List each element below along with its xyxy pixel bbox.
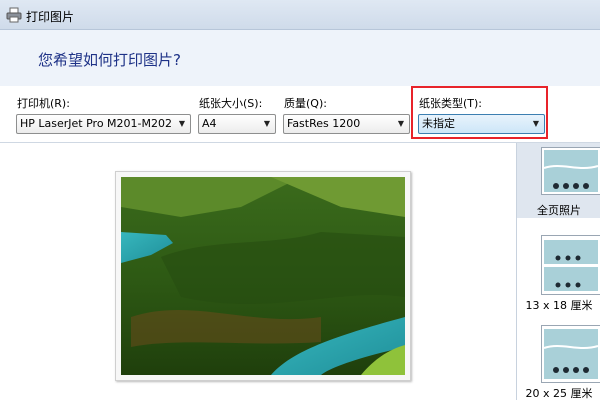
paper-type-select[interactable]: 未指定 ▼ bbox=[418, 114, 545, 134]
page-title: 您希望如何打印图片? bbox=[38, 51, 181, 69]
layout-20x25[interactable]: 20 x 25 厘米 bbox=[517, 321, 600, 400]
thumbnail-image bbox=[543, 150, 599, 192]
layout-label: 20 x 25 厘米 bbox=[525, 387, 593, 400]
printer-value: HP LaserJet Pro M201-M202 P bbox=[20, 117, 172, 130]
chevron-down-icon[interactable]: ▼ bbox=[393, 115, 409, 133]
printer-label: 打印机(R): bbox=[17, 97, 70, 110]
layout-thumbnail bbox=[541, 147, 600, 195]
paper-size-select[interactable]: A4 ▼ bbox=[198, 114, 276, 134]
print-preview bbox=[0, 143, 515, 400]
printer-select[interactable]: HP LaserJet Pro M201-M202 P ▼ bbox=[16, 114, 191, 134]
printer-icon bbox=[6, 7, 22, 23]
layout-13x18[interactable]: 13 x 18 厘米 bbox=[517, 231, 600, 312]
layout-label: 13 x 18 厘米 bbox=[525, 299, 593, 312]
dialog-header: 您希望如何打印图片? bbox=[0, 30, 600, 87]
photo-preview bbox=[115, 171, 411, 381]
thumbnail-image bbox=[543, 329, 599, 379]
thumbnail-image bbox=[544, 240, 598, 291]
layout-panel[interactable]: 全页照片 13 x 18 厘米 20 x 25 厘米 bbox=[516, 143, 600, 400]
title-bar: 打印图片 bbox=[0, 0, 600, 30]
quality-select[interactable]: FastRes 1200 ▼ bbox=[283, 114, 410, 134]
layout-label: 全页照片 bbox=[537, 204, 581, 217]
window-title: 打印图片 bbox=[26, 10, 75, 24]
chevron-down-icon[interactable]: ▼ bbox=[528, 115, 544, 133]
paper-size-value: A4 bbox=[202, 117, 217, 130]
landscape-photo bbox=[121, 177, 405, 375]
layout-thumbnail bbox=[541, 325, 600, 383]
quality-label: 质量(Q): bbox=[284, 97, 327, 110]
layout-thumbnail bbox=[541, 235, 600, 295]
chevron-down-icon[interactable]: ▼ bbox=[174, 115, 190, 133]
print-options: 打印机(R): HP LaserJet Pro M201-M202 P ▼ 纸张… bbox=[0, 86, 600, 143]
quality-value: FastRes 1200 bbox=[287, 117, 361, 130]
paper-type-label: 纸张类型(T): bbox=[419, 97, 483, 110]
chevron-down-icon[interactable]: ▼ bbox=[259, 115, 275, 133]
paper-type-value: 未指定 bbox=[422, 117, 455, 130]
paper-size-label: 纸张大小(S): bbox=[199, 97, 263, 110]
layout-full-page[interactable]: 全页照片 bbox=[517, 143, 600, 218]
